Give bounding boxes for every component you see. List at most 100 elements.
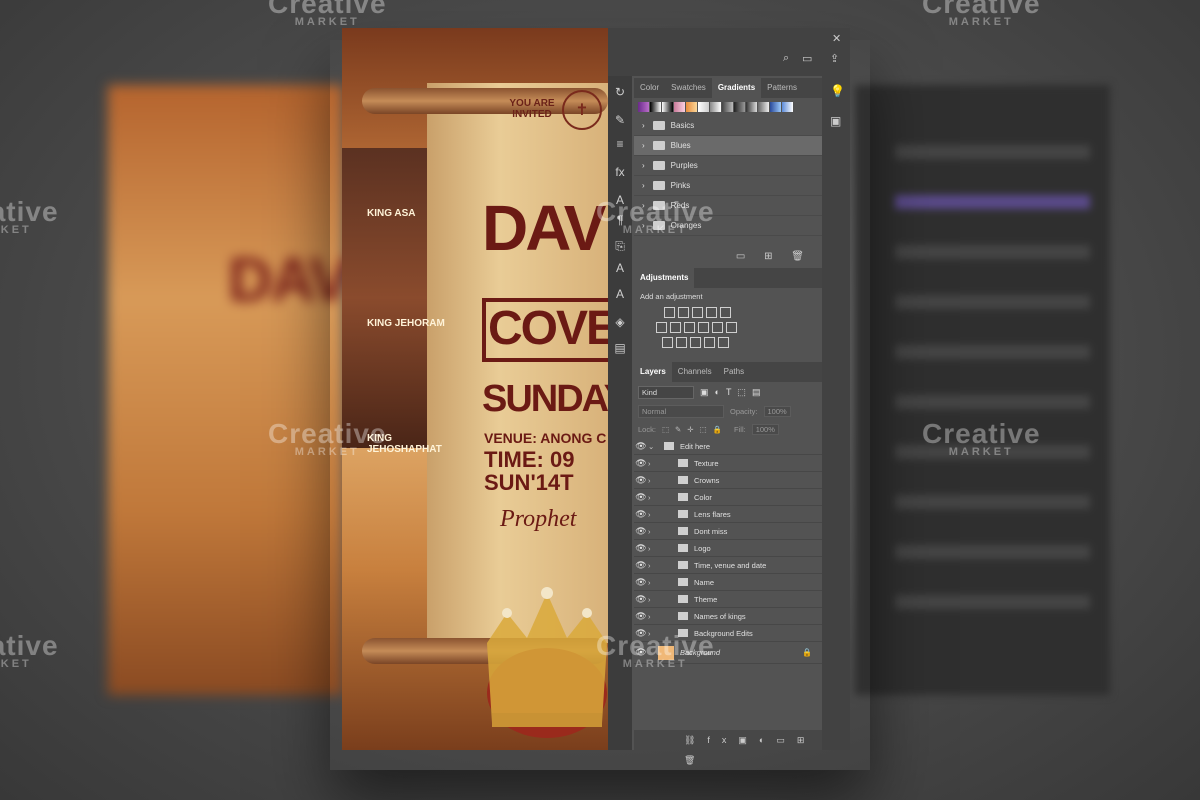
visibility-eye-icon[interactable]: 👁 — [634, 475, 648, 486]
hue-icon[interactable] — [656, 322, 667, 333]
3d-icon[interactable]: ◈ — [612, 314, 628, 330]
layer-row[interactable]: 👁 › Texture — [634, 455, 822, 472]
expand-chevron-icon[interactable]: › — [648, 578, 672, 587]
expand-chevron-icon[interactable]: › — [648, 595, 672, 604]
lookup-icon[interactable] — [726, 322, 737, 333]
gradient-folder[interactable]: › Pinks — [634, 176, 822, 196]
gradient-folder[interactable]: › Blues — [634, 136, 822, 156]
layer-row[interactable]: 👁 › Logo — [634, 540, 822, 557]
expand-chevron-icon[interactable]: › — [648, 459, 672, 468]
visibility-eye-icon[interactable]: 👁 — [634, 560, 648, 571]
blend-mode-select[interactable]: Normal — [638, 404, 724, 418]
learn-icon[interactable]: 💡 — [830, 84, 845, 98]
curves-icon[interactable] — [692, 307, 703, 318]
history-icon[interactable]: ↻ — [612, 84, 628, 100]
expand-chevron-icon[interactable]: › — [648, 561, 672, 570]
filter-icons[interactable]: ▣◐T⬚▤ — [700, 387, 766, 398]
layer-row[interactable]: 👁 › Crowns — [634, 472, 822, 489]
gradient-swatch[interactable] — [782, 102, 793, 112]
bw-icon[interactable] — [684, 322, 695, 333]
expand-chevron-icon[interactable]: ⌄ — [648, 442, 658, 451]
exposure-icon[interactable] — [706, 307, 717, 318]
glyphs-icon[interactable]: A — [612, 260, 628, 276]
fx-icon[interactable]: fx — [612, 164, 628, 180]
invert-icon[interactable] — [662, 337, 673, 348]
visibility-eye-icon[interactable]: 👁 — [634, 509, 648, 520]
close-icon[interactable]: ✕ — [832, 32, 841, 45]
layer-row[interactable]: 👁 › Lens flares — [634, 506, 822, 523]
visibility-eye-icon[interactable]: 👁 — [634, 594, 648, 605]
visibility-eye-icon[interactable]: 👁 — [634, 492, 648, 503]
layer-row[interactable]: 👁 › Theme — [634, 591, 822, 608]
channel-mixer-icon[interactable] — [712, 322, 723, 333]
gradient-folder[interactable]: › Purples — [634, 156, 822, 176]
gradient-swatch[interactable] — [710, 102, 721, 112]
layers-footer-icons[interactable]: ⛓fx▣◐▭⊞🗑 — [634, 730, 822, 765]
layer-row[interactable]: 👁 ⌄ Edit here — [634, 438, 822, 455]
opacity-input[interactable]: 100% — [763, 405, 791, 417]
fill-input[interactable]: 100% — [751, 423, 779, 435]
libraries-icon[interactable]: ▣ — [830, 114, 841, 128]
visibility-eye-icon[interactable]: 👁 — [634, 577, 648, 588]
properties-icon[interactable]: ≡ — [612, 136, 628, 152]
share-icon[interactable]: ⇪ — [830, 52, 839, 65]
visibility-eye-icon[interactable]: 👁 — [634, 526, 648, 537]
search-icon[interactable]: ⌕ — [783, 52, 789, 65]
gradient-swatch[interactable] — [734, 102, 745, 112]
layer-row[interactable]: 👁 › Dont miss — [634, 523, 822, 540]
expand-chevron-icon[interactable]: › — [648, 476, 672, 485]
gradient-swatch[interactable] — [698, 102, 709, 112]
threshold-icon[interactable] — [690, 337, 701, 348]
brightness-icon[interactable] — [664, 307, 675, 318]
clone-icon[interactable]: ⎘ — [612, 238, 628, 254]
layer-row[interactable]: 👁 › Time, venue and date — [634, 557, 822, 574]
vibrance-icon[interactable] — [720, 307, 731, 318]
gradient-swatch[interactable] — [638, 102, 649, 112]
gradient-swatch[interactable] — [662, 102, 673, 112]
expand-chevron-icon[interactable]: › — [648, 527, 672, 536]
levels-icon[interactable] — [678, 307, 689, 318]
brush-icon[interactable]: ✎ — [612, 112, 628, 128]
expand-chevron-icon[interactable]: › — [648, 510, 672, 519]
gradient-swatch[interactable] — [758, 102, 769, 112]
visibility-eye-icon[interactable]: 👁 — [634, 441, 648, 452]
layer-row[interactable]: 👁 › Names of kings — [634, 608, 822, 625]
selective-color-icon[interactable] — [704, 337, 715, 348]
gradient-swatch[interactable] — [722, 102, 733, 112]
layer-name: Name — [694, 577, 715, 587]
color-balance-icon[interactable] — [670, 322, 681, 333]
gradient-swatch[interactable] — [674, 102, 685, 112]
gradient-swatch[interactable] — [650, 102, 661, 112]
expand-chevron-icon[interactable]: › — [648, 493, 672, 502]
visibility-eye-icon[interactable]: 👁 — [634, 458, 648, 469]
expand-chevron-icon[interactable]: › — [648, 544, 672, 553]
tab-gradients[interactable]: Gradients — [711, 78, 762, 98]
layer-row[interactable]: 👁 › Color — [634, 489, 822, 506]
workspace-icon[interactable]: ▭ — [802, 52, 812, 65]
timeline-icon[interactable]: ▤ — [612, 340, 628, 356]
gradient-map-icon[interactable] — [718, 337, 729, 348]
tab-channels[interactable]: Channels — [672, 362, 718, 382]
blend-row: Normal Opacity: 100% — [634, 402, 822, 420]
expand-chevron-icon[interactable]: › — [648, 612, 672, 621]
tab-patterns[interactable]: Patterns — [761, 78, 803, 98]
visibility-eye-icon[interactable]: 👁 — [634, 611, 648, 622]
photo-filter-icon[interactable] — [698, 322, 709, 333]
tab-color[interactable]: Color — [634, 78, 665, 98]
posterize-icon[interactable] — [676, 337, 687, 348]
tab-adjustments[interactable]: Adjustments — [634, 268, 695, 288]
filter-kind-select[interactable]: Kind — [638, 385, 694, 399]
gradient-swatch[interactable] — [686, 102, 697, 112]
gradient-footer-icons[interactable]: ▭ ⊞ 🗑 — [736, 251, 812, 262]
visibility-eye-icon[interactable]: 👁 — [634, 543, 648, 554]
tab-layers[interactable]: Layers — [634, 362, 672, 382]
gradient-folder[interactable]: › Basics — [634, 116, 822, 136]
gradient-swatch[interactable] — [746, 102, 757, 112]
watermark: CreativeMARKET — [596, 630, 715, 670]
gradient-swatch[interactable] — [770, 102, 781, 112]
lock-icons[interactable]: ⬚✎✛⬚🔒 — [662, 425, 728, 434]
text-style-icon[interactable]: A — [612, 286, 628, 302]
layer-row[interactable]: 👁 › Name — [634, 574, 822, 591]
tab-swatches[interactable]: Swatches — [665, 78, 712, 98]
tab-paths[interactable]: Paths — [718, 362, 750, 382]
